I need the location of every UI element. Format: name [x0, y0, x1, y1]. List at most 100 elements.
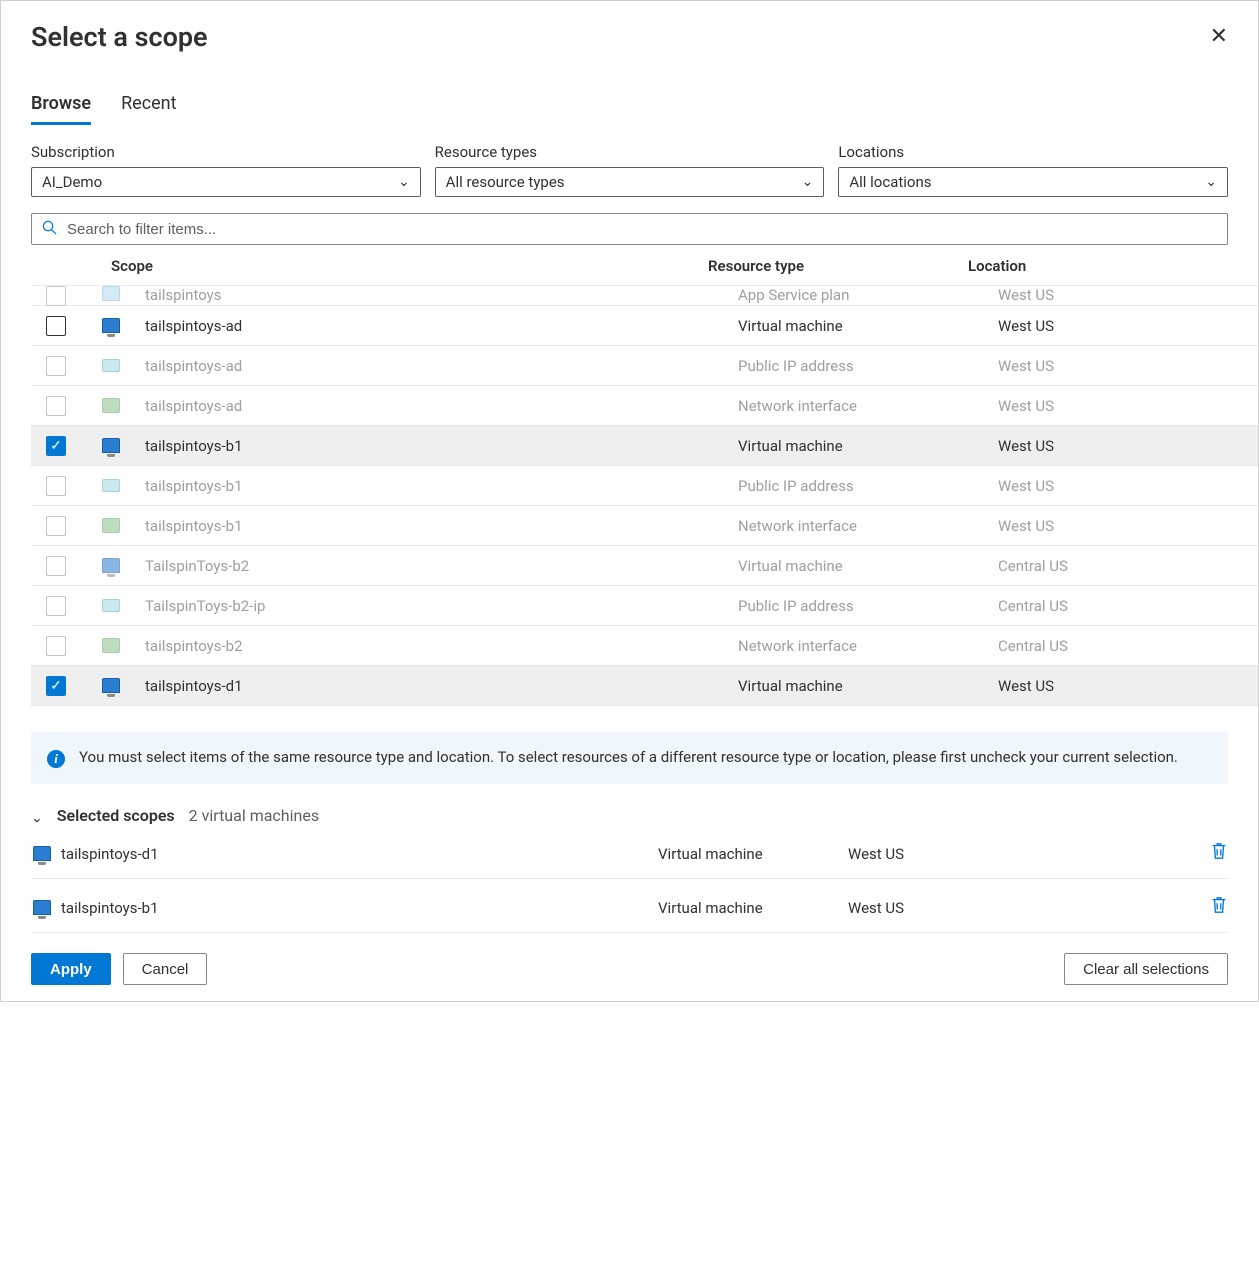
vm-icon	[33, 846, 51, 861]
selected-item-name: tailspintoys-b1	[61, 899, 658, 917]
ip-icon	[102, 359, 120, 372]
resource-type: Network interface	[738, 397, 998, 415]
resource-type: Virtual machine	[738, 557, 998, 575]
row-checkbox[interactable]: ✓	[46, 436, 66, 456]
resource-location: West US	[998, 286, 1258, 304]
table-row: tailspintoys-b1Public IP addressWest US	[31, 466, 1258, 506]
selected-title: Selected scopes	[57, 806, 175, 825]
selected-item-location: West US	[848, 899, 1188, 917]
resource-location: West US	[998, 397, 1258, 415]
tabs: Browse Recent	[1, 53, 1258, 125]
selected-item-type: Virtual machine	[658, 899, 848, 917]
selected-scopes-section: ⌃ Selected scopes 2 virtual machines tai…	[1, 784, 1258, 933]
locations-select[interactable]: All locations ⌄	[838, 167, 1228, 197]
filters: Subscription AI_Demo ⌄ Resource types Al…	[1, 125, 1258, 197]
search-box[interactable]	[31, 213, 1228, 245]
filter-subscription: Subscription AI_Demo ⌄	[31, 143, 421, 197]
nic-icon	[102, 638, 120, 653]
resource-name: TailspinToys-b2-ip	[141, 597, 738, 615]
selected-header[interactable]: ⌃ Selected scopes 2 virtual machines	[31, 806, 1228, 825]
row-checkbox	[46, 516, 66, 536]
resource-type: Network interface	[738, 517, 998, 535]
selected-item: tailspintoys-d1Virtual machineWest US	[31, 829, 1228, 879]
vm-icon	[102, 438, 120, 453]
table-row[interactable]: ✓ tailspintoys-d1Virtual machineWest US	[31, 666, 1258, 706]
search-input[interactable]	[65, 220, 1217, 239]
resource-type: Public IP address	[738, 477, 998, 495]
select-scope-dialog: Select a scope ✕ Browse Recent Subscript…	[0, 0, 1259, 1002]
row-checkbox[interactable]: ✓	[46, 676, 66, 696]
table-row: tailspintoys-adPublic IP addressWest US	[31, 346, 1258, 386]
info-icon: i	[47, 750, 65, 768]
nic-icon	[102, 398, 120, 413]
resource-name: tailspintoys-d1	[141, 677, 738, 695]
table-row: TailspinToys-b2Virtual machineCentral US	[31, 546, 1258, 586]
close-button[interactable]: ✕	[1206, 21, 1232, 51]
resource-type: Public IP address	[738, 357, 998, 375]
resource-type: Public IP address	[738, 597, 998, 615]
chevron-down-icon: ⌄	[802, 174, 814, 190]
resource-types-label: Resource types	[435, 143, 825, 161]
chevron-down-icon: ⌄	[398, 174, 410, 190]
row-checkbox	[46, 396, 66, 416]
row-checkbox	[46, 356, 66, 376]
tab-recent[interactable]: Recent	[121, 93, 176, 125]
vm-icon	[102, 318, 120, 333]
vm-icon	[102, 678, 120, 693]
resource-name: tailspintoys-ad	[141, 317, 738, 335]
table-row[interactable]: tailspintoys-adVirtual machineWest US	[31, 306, 1258, 346]
table-row: tailspintoys-b1Network interfaceWest US	[31, 506, 1258, 546]
delete-button[interactable]	[1188, 841, 1228, 866]
selected-list: tailspintoys-d1Virtual machineWest UStai…	[31, 829, 1228, 933]
subscription-select[interactable]: AI_Demo ⌄	[31, 167, 421, 197]
selected-item-type: Virtual machine	[658, 845, 848, 863]
delete-button[interactable]	[1188, 895, 1228, 920]
resource-location: West US	[998, 677, 1258, 695]
resource-name: tailspintoys-b1	[141, 437, 738, 455]
vm-icon	[33, 900, 51, 915]
row-checkbox[interactable]	[46, 316, 66, 336]
subscription-value: AI_Demo	[42, 173, 102, 191]
dialog-title: Select a scope	[31, 21, 208, 53]
search-row	[1, 197, 1258, 245]
tab-browse[interactable]: Browse	[31, 93, 91, 125]
filter-locations: Locations All locations ⌄	[838, 143, 1228, 197]
resource-type: Virtual machine	[738, 317, 998, 335]
row-checkbox	[46, 286, 66, 306]
row-checkbox	[46, 476, 66, 496]
resource-name: tailspintoys-b2	[141, 637, 738, 655]
table-row[interactable]: ✓ tailspintoys-b1Virtual machineWest US	[31, 426, 1258, 466]
clear-selections-button[interactable]: Clear all selections	[1064, 953, 1228, 985]
resource-location: Central US	[998, 597, 1258, 615]
resource-table[interactable]: tailspintoysApp Service planWest UStails…	[31, 285, 1258, 710]
resource-type: Virtual machine	[738, 437, 998, 455]
table-row: tailspintoys-b2Network interfaceCentral …	[31, 626, 1258, 666]
resource-name: tailspintoys-ad	[141, 357, 738, 375]
resource-types-value: All resource types	[446, 173, 565, 191]
resource-location: West US	[998, 437, 1258, 455]
table-row: tailspintoysApp Service planWest US	[31, 286, 1258, 306]
apply-button[interactable]: Apply	[31, 953, 111, 985]
resource-name: tailspintoys-b1	[141, 477, 738, 495]
table-row: TailspinToys-b2-ipPublic IP addressCentr…	[31, 586, 1258, 626]
vm-icon	[102, 558, 120, 573]
cancel-button[interactable]: Cancel	[123, 953, 208, 985]
dialog-header: Select a scope ✕	[1, 1, 1258, 53]
resource-type: App Service plan	[738, 286, 998, 304]
selected-item: tailspintoys-b1Virtual machineWest US	[31, 883, 1228, 933]
search-icon	[42, 220, 57, 239]
col-scope: Scope	[111, 257, 708, 275]
app-icon	[102, 286, 120, 301]
resource-type: Network interface	[738, 637, 998, 655]
row-checkbox	[46, 636, 66, 656]
resource-location: West US	[998, 357, 1258, 375]
selected-summary: 2 virtual machines	[189, 806, 319, 825]
subscription-label: Subscription	[31, 143, 421, 161]
table-header: Scope Resource type Location	[1, 245, 1258, 285]
resource-location: Central US	[998, 637, 1258, 655]
chevron-up-icon[interactable]: ⌃	[31, 808, 43, 824]
resource-types-select[interactable]: All resource types ⌄	[435, 167, 825, 197]
nic-icon	[102, 518, 120, 533]
col-type: Resource type	[708, 257, 968, 275]
resource-type: Virtual machine	[738, 677, 998, 695]
